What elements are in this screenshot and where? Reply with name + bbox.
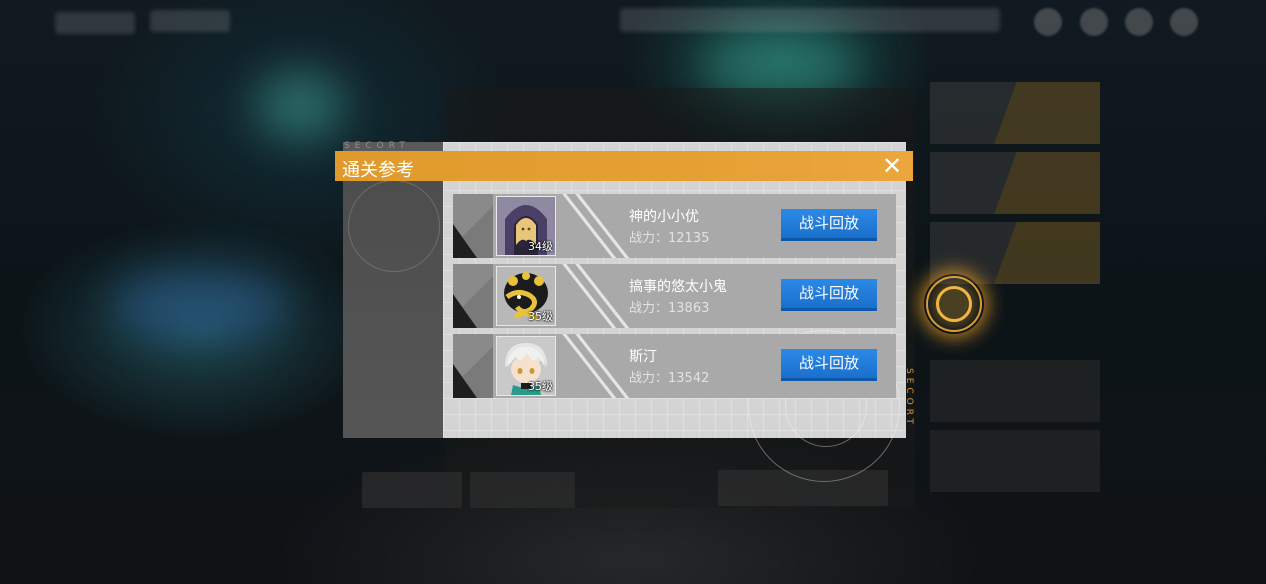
background-topbar-icon: [1125, 8, 1153, 36]
list-item: 35级 斯汀 战力：13542 战斗回放: [453, 334, 896, 398]
background-glow: [255, 70, 345, 140]
battle-replay-button[interactable]: 战斗回放: [781, 279, 877, 311]
background-topbar-icon: [1170, 8, 1198, 36]
player-power: 战力：13863: [629, 301, 710, 316]
decor-arc: [348, 180, 440, 272]
player-power: 战力：13542: [629, 371, 710, 386]
background-stage-card: [930, 82, 1100, 144]
battle-replay-button[interactable]: 战斗回放: [781, 349, 877, 381]
dialog-title: 通关参考: [342, 160, 414, 181]
player-name: 搞事的悠太小鬼: [629, 279, 727, 295]
background-topbar-icon: [1034, 8, 1062, 36]
ring-inner: [936, 286, 972, 322]
row-decor: [453, 294, 477, 328]
player-name: 斯汀: [629, 349, 657, 365]
list-item: 35级 搞事的悠太小鬼 战力：13863 战斗回放: [453, 264, 896, 328]
battle-replay-button[interactable]: 战斗回放: [781, 209, 877, 241]
background-topbar-item: [55, 12, 135, 34]
background-topbar-icon: [1080, 8, 1108, 36]
background-topbar-item: [620, 8, 1000, 32]
player-avatar: 35级: [496, 266, 556, 326]
background-stage-card: [930, 430, 1100, 492]
player-level: 35级: [528, 380, 553, 393]
background-stage-card: [930, 152, 1100, 214]
row-decor: [559, 264, 621, 328]
background-stage-card: [930, 360, 1100, 422]
list-item: 34级 神的小小优 战力：12135 战斗回放: [453, 194, 896, 258]
player-name: 神的小小优: [629, 209, 699, 225]
gold-ring-icon[interactable]: [924, 274, 984, 334]
row-decor: [572, 334, 634, 398]
player-level: 34级: [528, 240, 553, 253]
row-decor: [453, 224, 477, 258]
row-decor: [453, 364, 477, 398]
player-avatar: 34级: [496, 196, 556, 256]
decor-label: SECORT: [904, 368, 914, 428]
close-icon[interactable]: ✕: [879, 153, 905, 179]
background-button: [362, 472, 462, 508]
player-power: 战力：12135: [629, 231, 710, 246]
background-topbar-item: [150, 10, 230, 32]
row-decor: [572, 194, 634, 258]
player-level: 35级: [528, 310, 553, 323]
row-decor: [559, 194, 621, 258]
background-glow: [110, 270, 290, 340]
dialog-title-bar: 通关参考 ✕: [335, 151, 913, 181]
background-button: [470, 472, 575, 508]
decor-label: SECORT: [344, 141, 410, 151]
player-avatar: 35级: [496, 336, 556, 396]
row-decor: [572, 264, 634, 328]
row-decor: [559, 334, 621, 398]
